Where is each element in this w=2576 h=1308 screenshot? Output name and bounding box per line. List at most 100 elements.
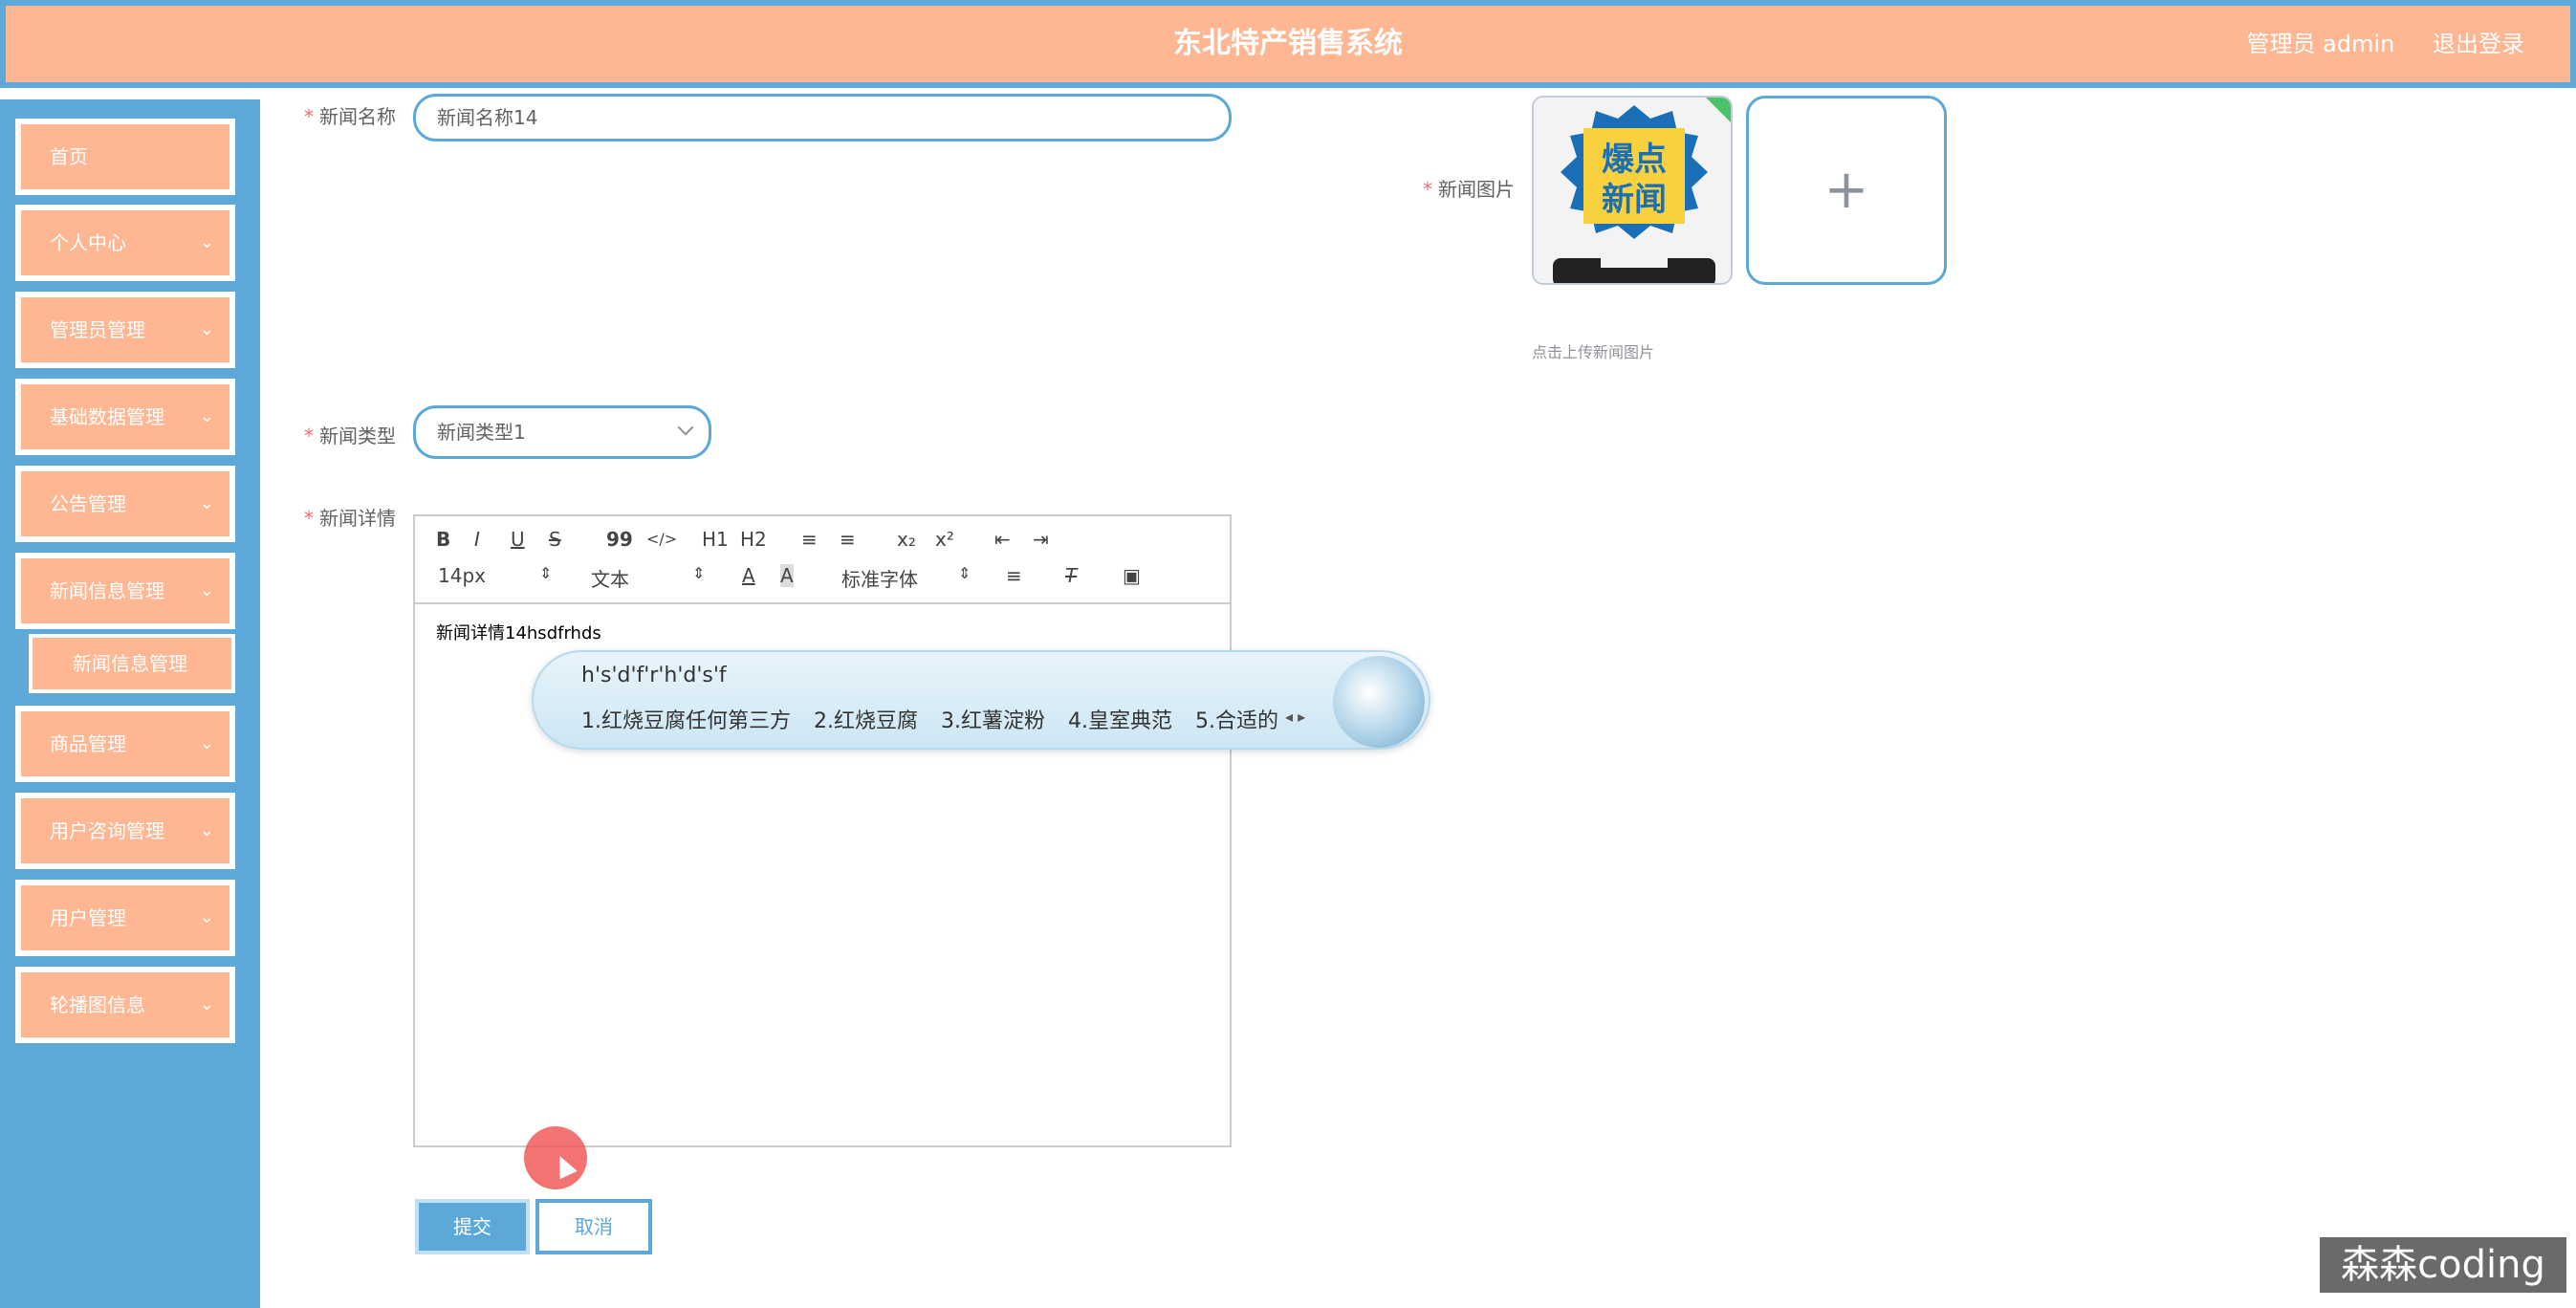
rich-text-editor[interactable]: B I U S 99 </> H1 H2 ≡ ≡ x₂ x² ⇤ ⇥ 14px … <box>413 514 1232 1147</box>
required-mark: * <box>304 105 314 128</box>
superscript-button[interactable]: x² <box>935 528 954 551</box>
strike-button[interactable]: S <box>549 528 561 551</box>
editor-toolbar: B I U S 99 </> H1 H2 ≡ ≡ x₂ x² ⇤ ⇥ 14px … <box>415 516 1230 604</box>
label-text: 新闻图片 <box>1438 178 1515 201</box>
updown-icon: ⇕ <box>958 564 971 582</box>
sidebar-item-label: 新闻信息管理 <box>50 579 164 602</box>
news-image-picture: 爆点 新闻 <box>1534 98 1731 283</box>
h1-button[interactable]: H1 <box>702 528 729 551</box>
ime-page-arrows-icon[interactable]: ◂ ▸ <box>1285 708 1305 726</box>
chevron-down-icon <box>677 419 694 436</box>
top-header: 东北特产销售系统 管理员 admin 退出登录 <box>0 0 2576 88</box>
ime-candidate[interactable]: 1.红烧豆腐任何第三方 <box>581 709 791 733</box>
outdent-button[interactable]: ⇤ <box>994 528 1011 551</box>
font-size-select[interactable]: 14px <box>438 564 486 587</box>
ime-composition: h's'd'f'r'h'd's'f <box>581 664 727 687</box>
sidebar-item-notices[interactable]: 公告管理 ⌄ <box>15 466 235 542</box>
sidebar-item-label: 商品管理 <box>50 732 126 755</box>
sidebar-item-news[interactable]: 新闻信息管理 ⌄ <box>15 553 235 629</box>
font-family-select[interactable]: 标准字体 <box>841 564 918 592</box>
chevron-down-icon: ⌄ <box>199 319 214 339</box>
required-mark: * <box>304 425 314 447</box>
sidebar-item-home[interactable]: 首页 <box>15 119 235 195</box>
label-text: 新闻详情 <box>319 507 396 530</box>
chevron-down-icon: ⌄ <box>199 493 214 513</box>
editor-content[interactable]: 新闻详情14hsdfrhds <box>436 620 601 644</box>
plus-icon: + <box>1823 159 1869 221</box>
ime-candidate-list: 1.红烧豆腐任何第三方 2.红烧豆腐 3.红薯淀粉 4.皇室典范 5.合适的 <box>581 704 1301 734</box>
chevron-down-icon: ⌄ <box>199 994 214 1014</box>
ime-candidate[interactable]: 3.红薯淀粉 <box>941 709 1045 733</box>
sidebar-item-label: 个人中心 <box>50 231 126 254</box>
sidebar-item-profile[interactable]: 个人中心 ⌄ <box>15 205 235 281</box>
indent-button[interactable]: ⇥ <box>1033 528 1049 551</box>
sidebar-subitem-label: 新闻信息管理 <box>73 652 187 675</box>
updown-icon: ⇕ <box>539 564 553 582</box>
sidebar-item-products[interactable]: 商品管理 ⌄ <box>15 706 235 782</box>
ordered-list-button[interactable]: ≡ <box>801 528 818 551</box>
upload-tip: 点击上传新闻图片 <box>1532 343 1655 361</box>
image-button[interactable]: ▣ <box>1123 564 1141 587</box>
header-user-area: 管理员 admin 退出登录 <box>2216 6 2524 82</box>
sidebar-item-label: 管理员管理 <box>50 318 145 341</box>
chevron-down-icon: ⌄ <box>199 580 214 600</box>
current-user: 管理员 admin <box>2246 31 2395 57</box>
sidebar-item-admins[interactable]: 管理员管理 ⌄ <box>15 292 235 368</box>
background-color-button[interactable]: A <box>780 564 794 587</box>
clean-format-button[interactable]: T <box>1065 564 1077 587</box>
required-mark: * <box>304 507 314 530</box>
sidebar-subitem-news-management[interactable]: 新闻信息管理 <box>29 634 235 693</box>
watermark: 森森coding <box>2320 1237 2566 1293</box>
sidebar-item-base-data[interactable]: 基础数据管理 ⌄ <box>15 379 235 455</box>
chevron-down-icon: ⌄ <box>199 733 214 753</box>
ime-candidate-window: h's'd'f'r'h'd's'f 1.红烧豆腐任何第三方 2.红烧豆腐 3.红薯淀… <box>532 650 1430 750</box>
news-image-thumbnail[interactable]: 爆点 新闻 <box>1532 96 1733 285</box>
news-type-value: 新闻类型1 <box>437 421 526 444</box>
svg-text:爆点: 爆点 <box>1602 141 1667 179</box>
sidebar-item-carousel[interactable]: 轮播图信息 ⌄ <box>15 967 235 1043</box>
code-button[interactable]: </> <box>646 530 677 548</box>
cancel-button[interactable]: 取消 <box>535 1199 652 1254</box>
bold-button[interactable]: B <box>436 528 450 551</box>
sidebar-item-label: 用户管理 <box>50 906 126 929</box>
align-button[interactable]: ≡ <box>1006 564 1022 587</box>
sidebar-item-label: 公告管理 <box>50 492 126 515</box>
sidebar-item-label: 首页 <box>50 145 88 168</box>
quote-button[interactable]: 99 <box>606 528 633 551</box>
ime-candidate[interactable]: 2.红烧豆腐 <box>814 709 918 733</box>
upload-image-button[interactable]: + <box>1746 96 1947 285</box>
ime-candidate[interactable]: 5.合适的 <box>1195 709 1278 733</box>
ime-logo-icon <box>1333 656 1425 748</box>
news-detail-label: * 新闻详情 <box>304 503 396 531</box>
news-name-value: 新闻名称14 <box>437 106 538 129</box>
logout-link[interactable]: 退出登录 <box>2433 31 2524 57</box>
updown-icon: ⇕ <box>692 564 706 582</box>
underline-button[interactable]: U <box>511 528 525 551</box>
chevron-down-icon: ⌄ <box>199 907 214 927</box>
ime-candidate[interactable]: 4.皇室典范 <box>1068 709 1172 733</box>
news-image-label: * 新闻图片 <box>1423 174 1515 202</box>
submit-button[interactable]: 提交 <box>415 1199 530 1254</box>
svg-text:新闻: 新闻 <box>1602 181 1667 219</box>
label-text: 新闻名称 <box>319 105 396 128</box>
news-type-select[interactable]: 新闻类型1 <box>413 405 711 459</box>
sidebar-item-consultations[interactable]: 用户咨询管理 ⌄ <box>15 793 235 869</box>
chevron-down-icon: ⌄ <box>199 232 214 252</box>
chevron-down-icon: ⌄ <box>199 820 214 840</box>
subscript-button[interactable]: x₂ <box>897 528 916 551</box>
h2-button[interactable]: H2 <box>740 528 767 551</box>
label-text: 新闻类型 <box>319 425 396 447</box>
sidebar-item-label: 基础数据管理 <box>50 405 164 428</box>
news-name-input[interactable]: 新闻名称14 <box>413 94 1232 142</box>
news-name-label: * 新闻名称 <box>304 101 396 129</box>
italic-button[interactable]: I <box>474 528 480 551</box>
sidebar-item-label: 用户咨询管理 <box>50 819 164 842</box>
news-type-label: * 新闻类型 <box>304 421 396 448</box>
sidebar-item-label: 轮播图信息 <box>50 993 145 1016</box>
chevron-down-icon: ⌄ <box>199 406 214 426</box>
sidebar-item-users[interactable]: 用户管理 ⌄ <box>15 880 235 956</box>
app-title: 东北特产销售系统 <box>1173 27 1403 60</box>
header-select[interactable]: 文本 <box>591 564 629 592</box>
bullet-list-button[interactable]: ≡ <box>840 528 856 551</box>
font-color-button[interactable]: A <box>742 564 755 587</box>
